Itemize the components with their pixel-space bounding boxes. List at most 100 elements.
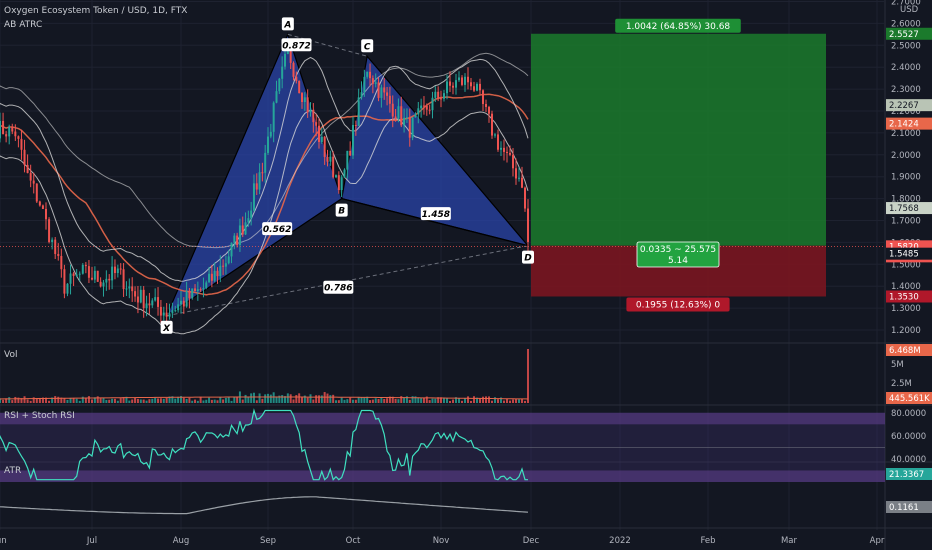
candle-body — [360, 92, 363, 98]
volume-bar — [210, 399, 213, 403]
volume-bar — [464, 398, 466, 403]
volume-bar — [461, 400, 463, 403]
price-tag: 1.7568 — [886, 202, 932, 215]
candle-body — [515, 168, 517, 179]
volume-bar — [354, 399, 357, 403]
candle-body — [443, 93, 445, 99]
volume-bar — [309, 394, 312, 403]
candle-body — [252, 183, 255, 211]
candle-body — [224, 263, 227, 267]
candle-body — [473, 86, 475, 91]
price-axis-tick: 2.4000 — [891, 63, 921, 73]
candle-body — [84, 264, 87, 267]
volume-bar — [340, 397, 343, 403]
candle-body — [250, 210, 253, 219]
price-tag-text: 2.1424 — [889, 120, 919, 130]
volume-bar — [467, 396, 469, 403]
volume-bar — [258, 393, 261, 403]
volume-bar — [159, 398, 162, 403]
candle-body — [35, 183, 38, 202]
volume-bar — [326, 393, 329, 403]
volume-bar — [11, 400, 14, 403]
volume-bar — [247, 396, 250, 403]
volume-bar — [202, 400, 205, 403]
candle-body — [414, 114, 417, 118]
candle-body — [394, 116, 397, 119]
candle-body — [202, 287, 205, 290]
volume-bar — [208, 397, 211, 403]
candle-body — [157, 297, 160, 307]
candle-body — [494, 134, 496, 136]
candle-body — [17, 136, 20, 139]
volume-axis-tick: 2.5M — [891, 379, 912, 389]
candle-body — [182, 300, 185, 307]
candle-body — [99, 281, 102, 287]
candle-body — [264, 152, 267, 173]
volume-bar — [479, 398, 481, 403]
candle-body — [54, 239, 57, 254]
position-center-label[interactable]: 0.0335 ~ 25.5755.14 — [636, 241, 720, 268]
candle-body — [440, 98, 442, 100]
volume-bar — [145, 400, 148, 403]
candle-body — [329, 156, 332, 162]
volume-bar — [352, 399, 354, 403]
pattern-ratio-label: 0.562 — [262, 222, 293, 236]
candle-body — [48, 219, 51, 242]
candle-body — [241, 225, 244, 235]
volume-bar — [527, 349, 529, 403]
pattern-ratio-label: 1.458 — [420, 207, 451, 221]
volume-bar — [8, 397, 11, 403]
candle-body — [244, 222, 247, 235]
target-label[interactable]: 1.0042 (64.85%) 30.68 — [615, 18, 741, 33]
volume-bar — [57, 396, 60, 403]
candle-body — [455, 80, 457, 88]
candle-body — [449, 81, 451, 86]
volume-bar — [35, 398, 38, 403]
candle-body — [125, 288, 128, 290]
profit-zone[interactable] — [531, 33, 826, 246]
volume-bar — [485, 396, 487, 403]
candle-body — [238, 225, 241, 246]
candle-body — [527, 208, 529, 242]
candle-body — [142, 289, 145, 309]
candle-body — [509, 152, 511, 155]
candle-body — [230, 242, 233, 257]
volume-bar — [346, 399, 349, 403]
chart-stage[interactable]: 1.0042 (64.85%) 30.68 0.1955 (12.63%) 0 0.… — [0, 0, 932, 550]
candle-body — [148, 303, 151, 306]
rsi-overbought-band — [0, 412, 885, 425]
price-tag-text: 1.7568 — [889, 204, 919, 214]
volume-bar — [452, 399, 454, 403]
candle-body — [343, 169, 346, 178]
candle-body — [165, 312, 168, 317]
stop-label[interactable]: 0.1955 (12.63%) 0 — [626, 297, 730, 312]
candle-body — [352, 125, 354, 156]
candle-body — [485, 104, 487, 107]
candle-body — [452, 85, 454, 88]
candle-body — [122, 269, 125, 290]
candle-body — [32, 180, 35, 184]
candle-body — [346, 150, 349, 170]
candle-body — [66, 283, 69, 294]
candle-body — [405, 117, 408, 119]
candle-body — [233, 235, 236, 243]
candle-body — [208, 273, 211, 283]
candle-body — [303, 97, 306, 102]
candle-body — [425, 105, 428, 110]
candle-body — [105, 278, 108, 283]
volume-bar — [482, 396, 484, 403]
volume-bar — [374, 398, 377, 403]
volume-bar — [14, 396, 17, 403]
volume-bar — [289, 394, 292, 403]
candle-body — [461, 77, 463, 85]
candle-body — [354, 125, 357, 127]
candle-body — [75, 274, 78, 276]
candle-body — [306, 97, 309, 113]
candle-body — [446, 81, 448, 94]
volume-bar — [286, 393, 289, 403]
time-axis-tick: Jul — [86, 536, 97, 546]
volume-bar — [29, 400, 32, 403]
candle-body — [108, 278, 111, 281]
pattern-ratio-text: 0.872 — [282, 41, 310, 51]
candle-body — [116, 268, 119, 274]
